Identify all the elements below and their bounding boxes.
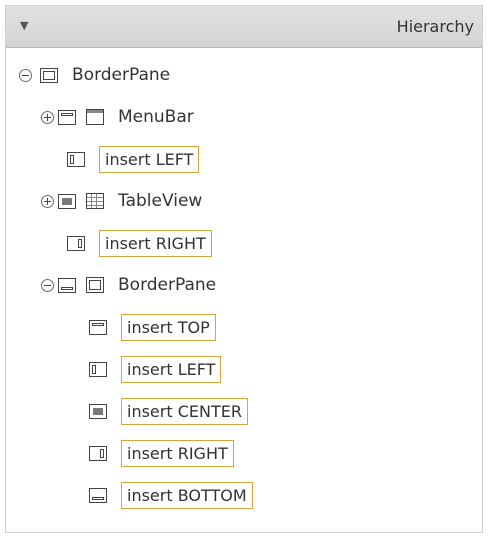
left-slot-icon (89, 361, 107, 377)
menubar-icon (86, 109, 104, 125)
bottom-slot-icon (89, 487, 107, 503)
insert-bottom-slot[interactable]: insert BOTTOM (121, 481, 253, 509)
center-slot-icon (89, 403, 107, 419)
right-slot-icon (67, 235, 85, 251)
tree-node-menubar[interactable]: MenuBar (41, 102, 194, 132)
collapse-arrow-icon[interactable]: ▼ (20, 19, 28, 32)
borderpane-icon (86, 277, 104, 293)
tree-node-nested-borderpane[interactable]: BorderPane (41, 270, 216, 300)
node-label: BorderPane (72, 65, 171, 85)
node-label: TableView (118, 191, 203, 211)
tree-node-nested-right[interactable]: insert RIGHT (89, 438, 234, 468)
insert-left-slot[interactable]: insert LEFT (121, 355, 222, 383)
top-slot-icon (89, 319, 107, 335)
expand-toggle-icon[interactable] (41, 110, 54, 124)
insert-right-slot[interactable]: insert RIGHT (121, 439, 234, 467)
insert-center-slot[interactable]: insert CENTER (121, 397, 248, 425)
borderpane-icon (40, 67, 58, 83)
tableview-icon (86, 193, 104, 209)
panel-header: ▼ Hierarchy (6, 6, 482, 48)
hierarchy-panel: ▼ Hierarchy BorderPane MenuBar insert LE… (5, 5, 483, 533)
right-slot-icon (89, 445, 107, 461)
center-slot-icon (58, 193, 76, 209)
expand-toggle-icon[interactable] (41, 194, 54, 208)
collapse-toggle-icon[interactable] (19, 68, 32, 82)
tree-node-nested-top[interactable]: insert TOP (89, 312, 216, 342)
top-slot-icon (58, 109, 76, 125)
tree-node-insert-right[interactable]: insert RIGHT (67, 228, 212, 258)
collapse-toggle-icon[interactable] (41, 278, 54, 292)
node-label: BorderPane (118, 275, 217, 295)
node-label: MenuBar (118, 107, 194, 127)
insert-left-slot[interactable]: insert LEFT (99, 145, 200, 173)
tree-node-insert-left[interactable]: insert LEFT (67, 144, 200, 174)
insert-top-slot[interactable]: insert TOP (121, 313, 216, 341)
tree-node-tableview[interactable]: TableView (41, 186, 202, 216)
bottom-slot-icon (58, 277, 76, 293)
panel-title: Hierarchy (396, 17, 474, 36)
tree-node-root[interactable]: BorderPane (19, 60, 170, 90)
tree-node-nested-left[interactable]: insert LEFT (89, 354, 222, 384)
tree-node-nested-bottom[interactable]: insert BOTTOM (89, 480, 253, 510)
tree-node-nested-center[interactable]: insert CENTER (89, 396, 248, 426)
left-slot-icon (67, 151, 85, 167)
insert-right-slot[interactable]: insert RIGHT (99, 229, 212, 257)
